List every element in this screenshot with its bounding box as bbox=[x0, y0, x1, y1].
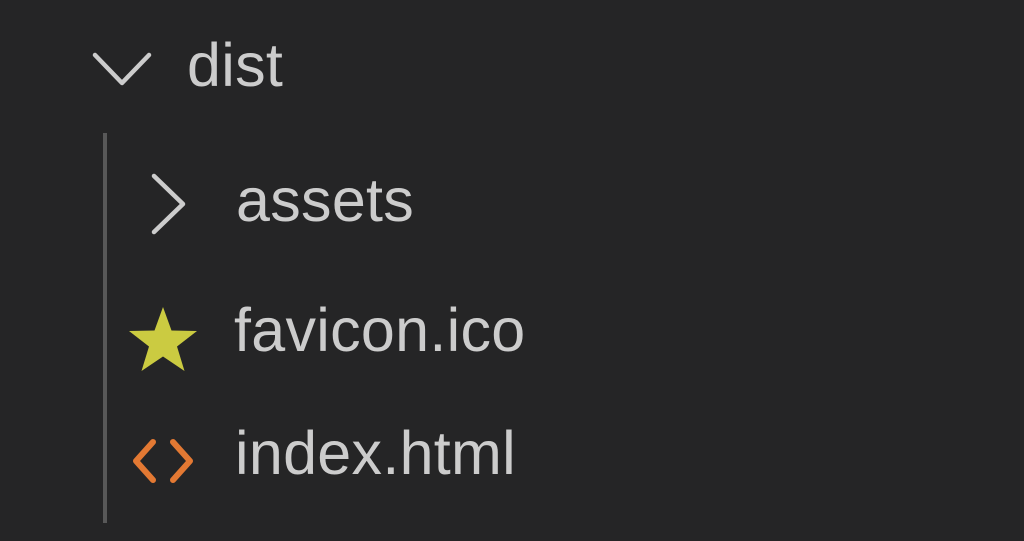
chevron-down-icon[interactable] bbox=[92, 52, 152, 88]
tree-item-index-html-file[interactable]: index.html bbox=[0, 418, 1024, 498]
tree-item-dist-folder[interactable]: dist bbox=[0, 30, 1024, 110]
tree-item-assets-folder[interactable]: assets bbox=[0, 165, 1024, 245]
file-explorer-tree: dist assets favicon.ico index.html bbox=[0, 0, 1024, 541]
html-angle-brackets-icon bbox=[131, 438, 195, 484]
tree-item-label: assets bbox=[236, 166, 415, 234]
star-icon bbox=[127, 305, 199, 373]
tree-item-label: dist bbox=[187, 31, 284, 99]
tree-item-favicon-file[interactable]: favicon.ico bbox=[0, 295, 1024, 375]
tree-item-label: index.html bbox=[235, 419, 517, 487]
chevron-right-icon[interactable] bbox=[150, 173, 188, 235]
tree-item-label: favicon.ico bbox=[234, 296, 526, 364]
